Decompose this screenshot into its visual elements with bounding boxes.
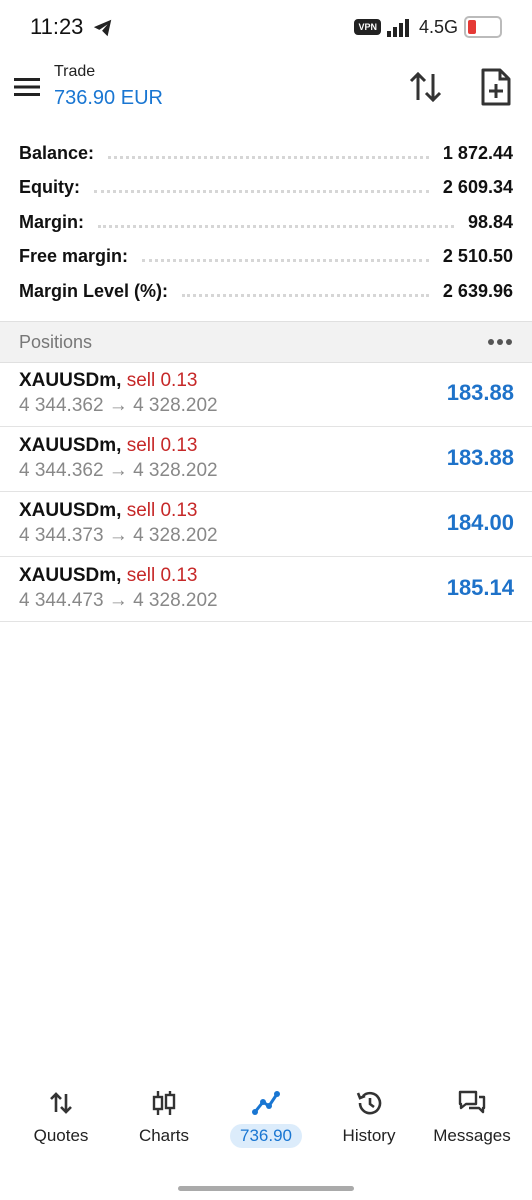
summary-row-free-margin: Free margin: 2 510.50 (0, 240, 532, 275)
summary-label: Balance: (19, 142, 95, 163)
position-symbol: XAUUSDm, (19, 370, 122, 391)
account-summary: Balance: 1 872.44 Equity: 2 609.34 Margi… (0, 136, 532, 309)
candlestick-icon (152, 1091, 176, 1115)
top-bar: Trade 736.90 EUR (0, 56, 532, 120)
summary-label: Equity: (19, 177, 80, 198)
position-profit: 185.14 (446, 575, 514, 600)
position-symbol: XAUUSDm, (19, 435, 122, 456)
status-indicators: VPN 4.5G (354, 16, 502, 38)
position-symbol: XAUUSDm, (19, 500, 122, 521)
nav-label: Quotes (33, 1126, 89, 1145)
more-horizontal-icon[interactable] (488, 334, 512, 350)
dotted-leader (94, 190, 429, 194)
position-side: sell 0.13 (126, 370, 198, 391)
dotted-leader (98, 224, 454, 228)
bottom-nav: Quotes Charts 736.90 History Messages (0, 1080, 532, 1170)
account-profit: 736.90 EUR (54, 87, 163, 109)
position-prices: 4 344.362 → 4 328.202 (19, 395, 218, 416)
summary-value: 2 510.50 (442, 246, 513, 267)
telegram-icon (93, 19, 112, 37)
history-clock-icon (356, 1091, 382, 1115)
position-prices: 4 344.473 → 4 328.202 (19, 590, 218, 611)
hamburger-icon[interactable] (14, 76, 40, 98)
status-time: 11:23 (30, 14, 84, 39)
dotted-leader (182, 293, 429, 297)
nav-history[interactable]: History (316, 1080, 422, 1160)
dotted-leader (108, 155, 429, 159)
summary-label: Margin: (19, 211, 84, 232)
home-indicator[interactable] (178, 1186, 354, 1191)
summary-value: 98.84 (467, 211, 513, 232)
trade-line-icon (252, 1091, 280, 1115)
nav-label: History (342, 1126, 396, 1145)
sort-arrows-icon[interactable] (408, 70, 444, 104)
positions-title: Positions (19, 332, 93, 352)
nav-label: Messages (433, 1126, 511, 1145)
summary-value: 2 639.96 (442, 280, 513, 301)
position-side: sell 0.13 (126, 565, 198, 586)
position-row[interactable]: XAUUSDm, sell 0.13 4 344.473 → 4 328.202… (0, 557, 532, 622)
position-title: XAUUSDm, sell 0.13 (19, 370, 197, 392)
network-type: 4.5G (418, 16, 458, 37)
summary-value: 1 872.44 (442, 142, 513, 163)
position-profit: 183.88 (446, 380, 514, 405)
nav-quotes[interactable]: Quotes (8, 1080, 114, 1160)
summary-row-margin-level: Margin Level (%): 2 639.96 (0, 274, 532, 309)
battery-icon (464, 16, 502, 38)
position-prices: 4 344.362 → 4 328.202 (19, 460, 218, 481)
summary-row-balance: Balance: 1 872.44 (0, 136, 532, 171)
position-prices: 4 344.373 → 4 328.202 (19, 525, 218, 546)
summary-row-margin: Margin: 98.84 (0, 205, 532, 240)
position-symbol: XAUUSDm, (19, 565, 122, 586)
nav-trade[interactable]: 736.90 (213, 1080, 319, 1160)
status-bar: 11:23 VPN 4.5G (0, 0, 532, 56)
position-side: sell 0.13 (126, 435, 198, 456)
quotes-arrows-icon (50, 1092, 72, 1114)
summary-value: 2 609.34 (442, 177, 513, 198)
summary-label: Margin Level (%): (19, 280, 169, 301)
position-row[interactable]: XAUUSDm, sell 0.13 4 344.362 → 4 328.202… (0, 362, 532, 427)
signal-icon (386, 19, 409, 37)
nav-messages[interactable]: Messages (419, 1080, 525, 1160)
positions-header: Positions (0, 321, 532, 363)
position-title: XAUUSDm, sell 0.13 (19, 565, 197, 587)
position-row[interactable]: XAUUSDm, sell 0.13 4 344.362 → 4 328.202… (0, 427, 532, 492)
summary-row-equity: Equity: 2 609.34 (0, 171, 532, 206)
new-document-icon[interactable] (480, 68, 512, 106)
position-title: XAUUSDm, sell 0.13 (19, 435, 197, 457)
vpn-badge: VPN (354, 19, 381, 35)
dotted-leader (142, 259, 429, 263)
chat-bubbles-icon (458, 1090, 486, 1114)
nav-label-active: 736.90 (230, 1124, 302, 1148)
position-profit: 183.88 (446, 445, 514, 470)
summary-label: Free margin: (19, 246, 129, 267)
position-side: sell 0.13 (126, 500, 198, 521)
position-row[interactable]: XAUUSDm, sell 0.13 4 344.373 → 4 328.202… (0, 492, 532, 557)
position-profit: 184.00 (446, 510, 514, 535)
positions-list: XAUUSDm, sell 0.13 4 344.362 → 4 328.202… (0, 362, 532, 622)
page-title: Trade (54, 63, 96, 80)
nav-label: Charts (138, 1126, 190, 1145)
position-title: XAUUSDm, sell 0.13 (19, 500, 197, 522)
nav-charts[interactable]: Charts (111, 1080, 217, 1160)
